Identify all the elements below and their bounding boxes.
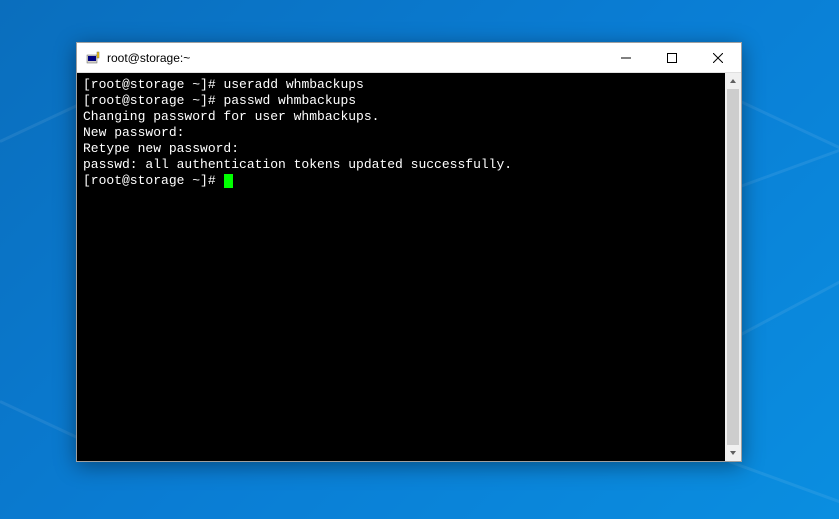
terminal-text: Retype new password:: [83, 141, 239, 156]
scrollbar-thumb[interactable]: [727, 89, 739, 445]
terminal-prompt: [root@storage ~]#: [83, 173, 223, 188]
terminal-prompt: [root@storage ~]#: [83, 77, 223, 92]
scrollbar-up-button[interactable]: [725, 73, 741, 89]
minimize-button[interactable]: [603, 43, 649, 72]
terminal-line: New password:: [83, 125, 735, 141]
window-controls: [603, 43, 741, 72]
terminal-prompt: [root@storage ~]#: [83, 93, 223, 108]
maximize-button[interactable]: [649, 43, 695, 72]
terminal-text: Changing password for user whmbackups.: [83, 109, 379, 124]
terminal-line: [root@storage ~]# useradd whmbackups: [83, 77, 735, 93]
terminal-text: New password:: [83, 125, 184, 140]
terminal-content-area[interactable]: [root@storage ~]# useradd whmbackups[roo…: [77, 73, 741, 461]
vertical-scrollbar[interactable]: [725, 73, 741, 461]
close-button[interactable]: [695, 43, 741, 72]
scrollbar-down-button[interactable]: [725, 445, 741, 461]
terminal-cursor: [224, 174, 233, 188]
putty-icon: [85, 50, 101, 66]
window-titlebar[interactable]: root@storage:~: [77, 43, 741, 73]
terminal-text: useradd whmbackups: [223, 77, 363, 92]
terminal-line: Retype new password:: [83, 141, 735, 157]
terminal-line: passwd: all authentication tokens update…: [83, 157, 735, 173]
terminal-line: [root@storage ~]# passwd whmbackups: [83, 93, 735, 109]
terminal-window: root@storage:~ [root@storage ~]# useradd…: [76, 42, 742, 462]
terminal-text: passwd whmbackups: [223, 93, 356, 108]
terminal-text: passwd: all authentication tokens update…: [83, 157, 512, 172]
window-title: root@storage:~: [107, 51, 603, 65]
terminal-line: [root@storage ~]#: [83, 173, 735, 189]
terminal-line: Changing password for user whmbackups.: [83, 109, 735, 125]
